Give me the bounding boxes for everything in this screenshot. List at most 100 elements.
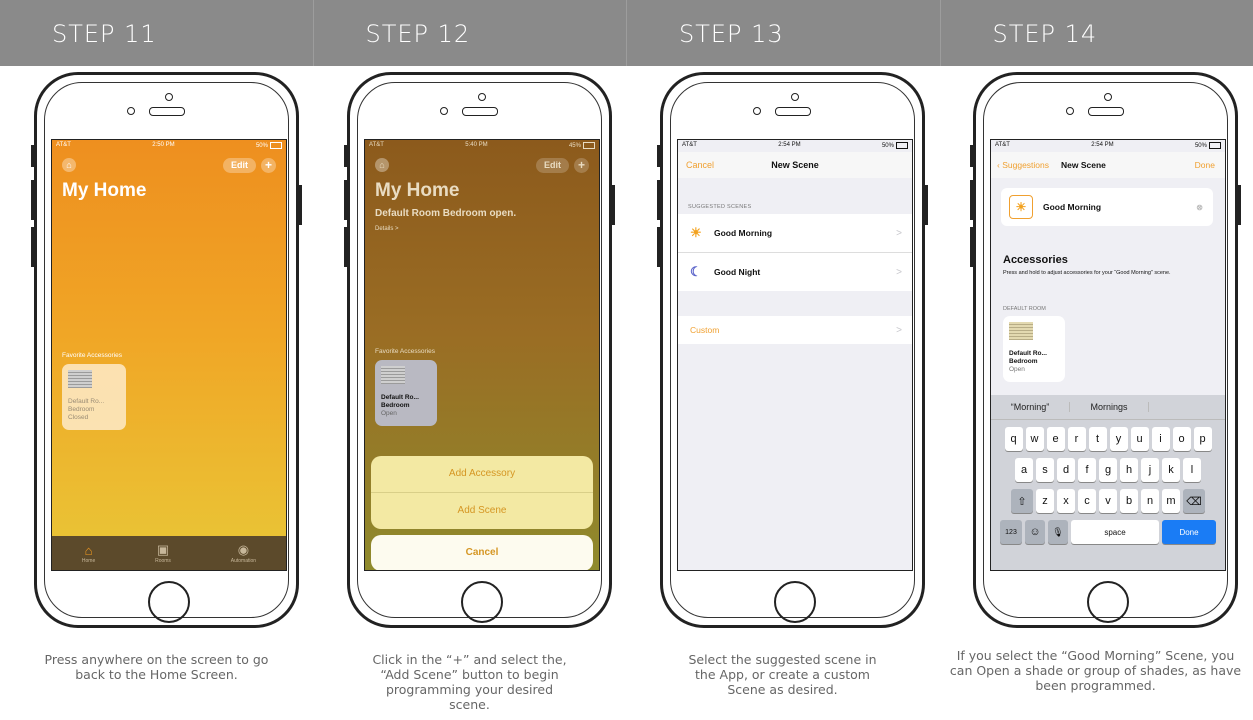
phone-frame: AT&T 2:54 PM 50% ‹ Suggestions New Scene…: [970, 72, 1241, 628]
battery-icon: [582, 142, 595, 149]
key-u[interactable]: u: [1130, 427, 1149, 451]
suggestion-2[interactable]: Mornings: [1070, 402, 1149, 412]
key-i[interactable]: i: [1151, 427, 1170, 451]
key-f[interactable]: f: [1078, 458, 1096, 482]
time-label: 2:50 PM: [152, 142, 175, 148]
page-title: My Home: [375, 180, 460, 201]
key-l[interactable]: l: [1183, 458, 1201, 482]
shift-key[interactable]: ⇧: [1011, 489, 1033, 513]
keyboard-row-1: qwertyuiop: [991, 427, 1225, 451]
home-icon[interactable]: ⌂: [62, 158, 76, 172]
rooms-icon: ▣: [156, 542, 170, 557]
key-k[interactable]: k: [1162, 458, 1180, 482]
battery-icon: [1208, 142, 1221, 149]
nav-bar: ‹ Suggestions New Scene Done: [991, 152, 1225, 178]
key-m[interactable]: m: [1162, 489, 1180, 513]
cancel-button[interactable]: Cancel: [371, 535, 593, 570]
step-14-panel: AT&T 2:54 PM 50% ‹ Suggestions New Scene…: [939, 66, 1252, 720]
moon-house-icon: ☾: [690, 264, 702, 279]
home-screen-dimmed: AT&T 5:40 PM 45% ⌂ Edit + My Home Defaul…: [364, 139, 600, 571]
clear-icon[interactable]: ⊗: [1196, 203, 1203, 212]
key-t[interactable]: t: [1088, 427, 1107, 451]
key-y[interactable]: y: [1109, 427, 1128, 451]
new-scene-screen: AT&T 2:54 PM 50% Cancel New Scene SUGGES…: [677, 139, 913, 571]
page-title: New Scene: [1061, 160, 1106, 170]
scene-name-field[interactable]: ☀ Good Morning ⊗: [1001, 188, 1213, 226]
scene-good-night[interactable]: ☾ Good Night >: [678, 253, 912, 291]
key-w[interactable]: w: [1025, 427, 1044, 451]
accessory-tile[interactable]: Default Ro... Bedroom Open: [1003, 316, 1065, 382]
battery-label: 50%: [255, 143, 268, 150]
key-v[interactable]: v: [1099, 489, 1117, 513]
time-label: 2:54 PM: [778, 142, 801, 148]
add-accessory-button[interactable]: Add Accessory: [371, 456, 593, 493]
window-shade-icon: [381, 366, 405, 384]
status-subtitle: Default Room Bedroom open.: [375, 208, 517, 219]
numbers-key[interactable]: 123: [1000, 520, 1022, 544]
add-button[interactable]: +: [574, 158, 589, 173]
step-12-caption: Click in the “+” and select the, “Add Sc…: [372, 652, 567, 712]
edit-button[interactable]: Edit: [223, 158, 256, 173]
done-key[interactable]: Done: [1162, 520, 1216, 544]
add-button[interactable]: +: [261, 158, 276, 173]
key-r[interactable]: r: [1067, 427, 1086, 451]
key-x[interactable]: x: [1057, 489, 1075, 513]
add-scene-button[interactable]: Add Scene: [371, 493, 593, 529]
carrier-label: AT&T: [56, 142, 71, 148]
key-q[interactable]: q: [1004, 427, 1023, 451]
scene-good-morning[interactable]: ☀ Good Morning >: [678, 214, 912, 253]
key-c[interactable]: c: [1078, 489, 1096, 513]
key-o[interactable]: o: [1172, 427, 1191, 451]
edit-button: Edit: [536, 158, 569, 173]
step-13-caption: Select the suggested scene in the App, o…: [688, 652, 877, 697]
sunrise-house-icon: ☀: [1009, 195, 1033, 219]
phone-frame: AT&T 2:54 PM 50% Cancel New Scene SUGGES…: [657, 72, 928, 628]
key-z[interactable]: z: [1036, 489, 1054, 513]
key-e[interactable]: e: [1046, 427, 1065, 451]
home-button[interactable]: [774, 581, 816, 623]
space-key[interactable]: space: [1071, 520, 1159, 544]
emoji-key[interactable]: ☺: [1025, 520, 1045, 544]
key-d[interactable]: d: [1057, 458, 1075, 482]
sunrise-house-icon: ☀: [690, 225, 702, 240]
action-sheet: Add Accessory Add Scene: [371, 456, 593, 529]
key-n[interactable]: n: [1141, 489, 1159, 513]
home-button[interactable]: [148, 581, 190, 623]
battery-label: 45%: [568, 143, 581, 150]
suggestion-1[interactable]: “Morning”: [991, 402, 1070, 412]
key-h[interactable]: h: [1120, 458, 1138, 482]
battery-icon: [895, 142, 908, 149]
step-14-caption: If you select the “Good Morning” Scene, …: [949, 648, 1242, 693]
phone-frame: AT&T 2:50 PM 50% ⌂ Edit + My Home Favori…: [31, 72, 302, 628]
key-a[interactable]: a: [1015, 458, 1033, 482]
battery-label: 50%: [1194, 143, 1207, 150]
tab-home[interactable]: ⌂ Home: [82, 543, 95, 564]
custom-scene-row[interactable]: Custom >: [678, 316, 912, 344]
house-icon: ⌂: [84, 542, 93, 558]
back-button[interactable]: ‹ Suggestions: [997, 160, 1049, 170]
automation-icon: ◉: [237, 542, 250, 557]
accessory-tile[interactable]: Default Ro... Bedroom Closed: [62, 364, 126, 430]
key-g[interactable]: g: [1099, 458, 1117, 482]
key-p[interactable]: p: [1193, 427, 1212, 451]
battery-icon: [269, 142, 282, 149]
section-header: SUGGESTED SCENES: [688, 204, 752, 210]
home-button[interactable]: [1087, 581, 1129, 623]
home-screen[interactable]: AT&T 2:50 PM 50% ⌂ Edit + My Home Favori…: [51, 139, 287, 571]
backspace-key[interactable]: ⌫: [1183, 489, 1205, 513]
step-11-caption: Press anywhere on the screen to go back …: [44, 652, 269, 682]
tab-automation[interactable]: ◉ Automation: [231, 542, 256, 564]
chevron-left-icon: ‹: [997, 160, 1000, 170]
key-s[interactable]: s: [1036, 458, 1054, 482]
battery-label: 50%: [881, 143, 894, 150]
scene-editor-screen: AT&T 2:54 PM 50% ‹ Suggestions New Scene…: [990, 139, 1226, 571]
key-j[interactable]: j: [1141, 458, 1159, 482]
chevron-right-icon: >: [896, 227, 902, 239]
done-nav-button[interactable]: Done: [1195, 160, 1215, 170]
microphone-icon[interactable]: 🎙: [1048, 520, 1068, 544]
home-button[interactable]: [461, 581, 503, 623]
chevron-right-icon: >: [896, 266, 902, 278]
carrier-label: AT&T: [369, 142, 384, 148]
key-b[interactable]: b: [1120, 489, 1138, 513]
tab-rooms[interactable]: ▣ Rooms: [155, 542, 171, 564]
